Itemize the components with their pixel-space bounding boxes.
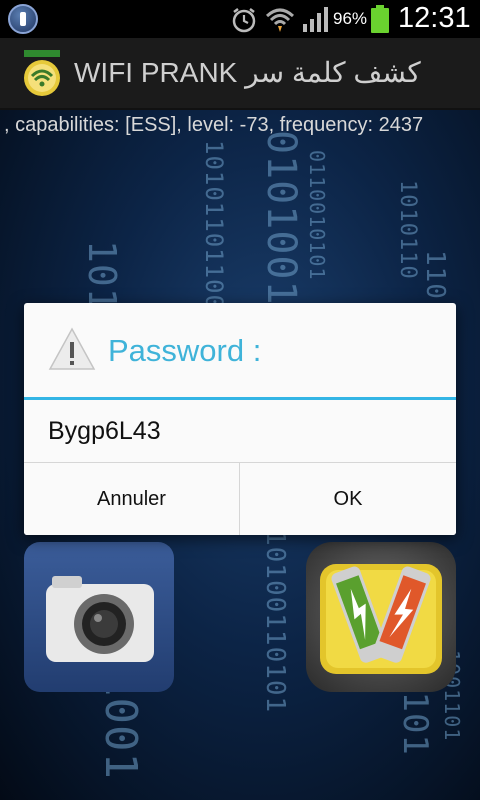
dialog-title: Password : bbox=[108, 333, 262, 368]
password-dialog: Password : Bygp6L43 Annuler OK bbox=[24, 303, 456, 535]
ok-button[interactable]: OK bbox=[240, 463, 456, 535]
warning-icon bbox=[48, 327, 96, 370]
dialog-message: Bygp6L43 bbox=[48, 417, 161, 445]
cancel-button[interactable]: Annuler bbox=[24, 463, 240, 535]
dialog-button-bar: Annuler OK bbox=[24, 462, 456, 535]
dialog-header: Password : bbox=[24, 303, 456, 399]
dialog-divider bbox=[24, 397, 456, 400]
